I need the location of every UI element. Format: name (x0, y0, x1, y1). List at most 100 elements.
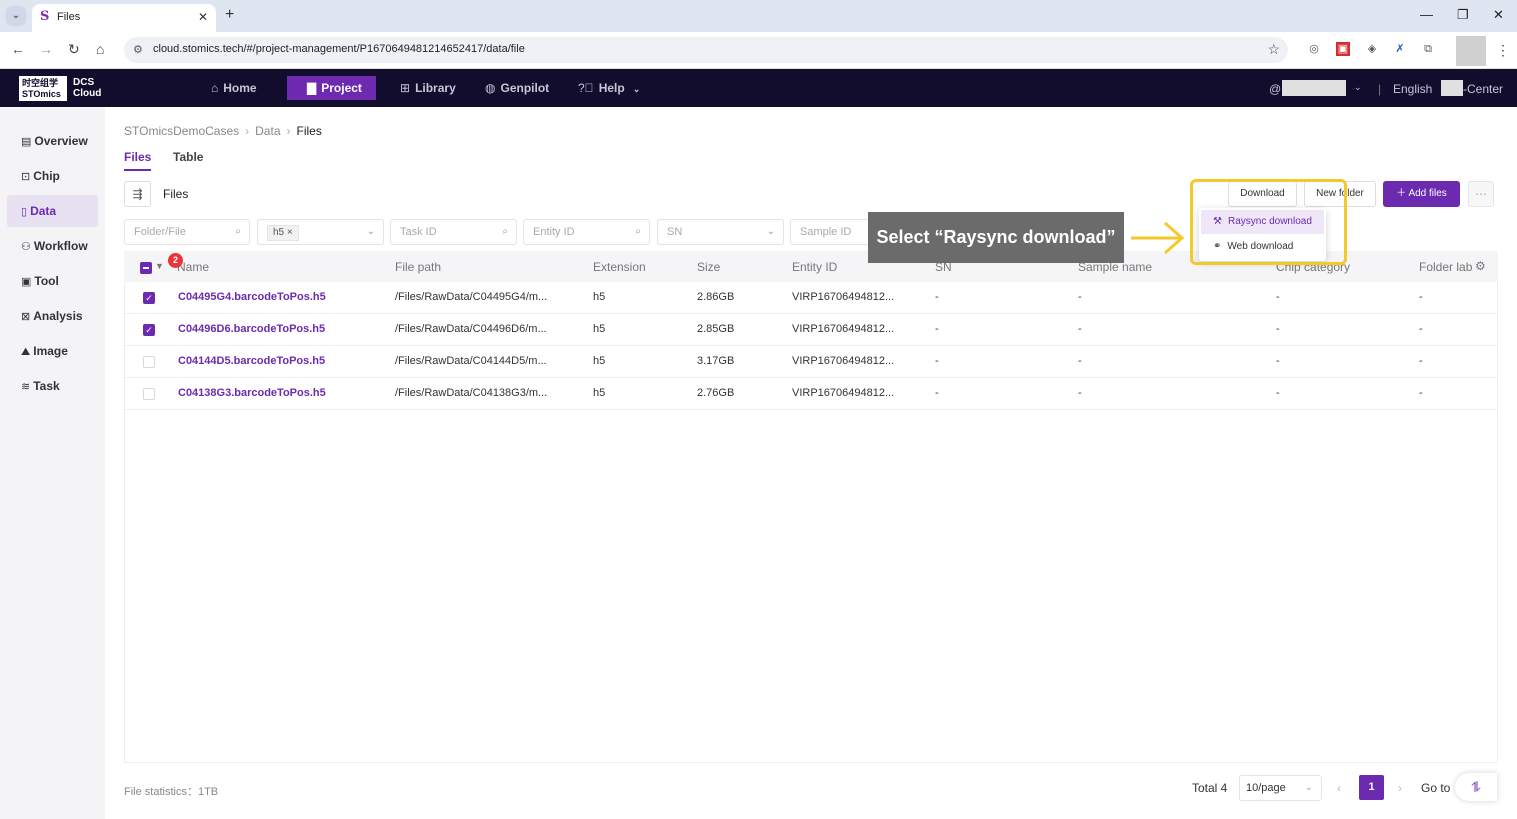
pdf-extension-icon[interactable]: ▣ (1336, 42, 1350, 56)
extension-icon[interactable]: ◈ (1365, 42, 1379, 56)
size-cell: 2.85GB (697, 323, 735, 335)
chevron-down-icon[interactable]: ⌄ (1354, 82, 1362, 93)
instruction-callout: Select “Raysync download” (868, 212, 1124, 263)
folder-label-cell: - (1419, 387, 1423, 399)
breadcrumb-current: Files (296, 124, 322, 138)
entity-id-filter[interactable]: Entity ID ⌕ (523, 219, 650, 245)
file-icon: ▯ (21, 206, 28, 218)
sample-id-filter[interactable]: Sample ID (790, 219, 870, 245)
table-row[interactable]: ✓ C04496D6.barcodeToPos.h5 /Files/RawDat… (124, 314, 1498, 346)
tab-files[interactable]: Files (124, 150, 152, 171)
tab-title: Files (57, 11, 81, 23)
sidebar-item-task[interactable]: ≋ Task (7, 370, 98, 402)
chevron-down-icon[interactable]: ▼ (155, 261, 164, 271)
add-files-button[interactable]: ＋ Add files (1383, 181, 1460, 207)
folder-file-filter[interactable]: Folder/File ⌕ (124, 219, 250, 245)
sidebar-item-chip[interactable]: ⊡ Chip (7, 160, 98, 192)
sidebar-item-tool[interactable]: ▣ Tool (7, 265, 98, 297)
file-name-link[interactable]: C04138G3.barcodeToPos.h5 (178, 387, 326, 399)
column-extension[interactable]: Extension (593, 260, 646, 274)
bookmark-star-icon[interactable]: ☆ (1267, 41, 1280, 58)
url-text[interactable]: cloud.stomics.tech/#/project-management/… (153, 43, 525, 55)
sidebar-item-image[interactable]: ⛰ Image (7, 335, 98, 367)
selected-count-badge: 2 (168, 253, 183, 268)
chip-category-cell: - (1276, 291, 1280, 303)
extension-cell: h5 (593, 323, 606, 335)
puzzle-icon[interactable]: ⧉ (1421, 42, 1435, 56)
column-folder-label[interactable]: Folder label (1419, 260, 1472, 274)
extension-cell: h5 (593, 291, 606, 303)
forward-icon[interactable]: → (39, 41, 53, 57)
file-name-link[interactable]: C04496D6.barcodeToPos.h5 (178, 323, 325, 335)
next-page-icon[interactable]: › (1398, 781, 1402, 795)
file-name-link[interactable]: C04495G4.barcodeToPos.h5 (178, 291, 326, 303)
chip-category-cell: - (1276, 387, 1280, 399)
minimize-icon[interactable]: — (1420, 7, 1433, 22)
analysis-icon: ⊠ (21, 311, 31, 323)
row-checkbox[interactable] (143, 356, 155, 368)
row-checkbox[interactable] (143, 388, 155, 400)
home-icon[interactable]: ⌂ (96, 41, 104, 57)
back-icon[interactable]: ← (11, 41, 25, 57)
chevron-down-icon: ⌄ (1304, 782, 1313, 793)
extension-icon[interactable]: ✗ (1393, 42, 1407, 56)
browser-tab[interactable]: S Files ✕ (32, 4, 216, 32)
close-tab-icon[interactable]: ✕ (198, 10, 208, 24)
browser-menu-icon[interactable]: ⋮ (1496, 42, 1510, 59)
table-row[interactable]: C04144D5.barcodeToPos.h5 /Files/RawData/… (124, 346, 1498, 378)
file-path-cell: /Files/RawData/C04138G3/m... (395, 387, 548, 399)
restore-icon[interactable]: ❐ (1457, 7, 1469, 23)
select-all-checkbox[interactable] (140, 262, 152, 274)
chip-category-cell: - (1276, 323, 1280, 335)
nav-library[interactable]: ⊞ Library (390, 76, 466, 100)
row-checkbox[interactable]: ✓ (143, 324, 155, 336)
sidebar-item-data[interactable]: ▯ Data (7, 195, 98, 227)
file-path-cell: /Files/RawData/C04496D6/m... (395, 323, 547, 335)
tab-table[interactable]: Table (173, 150, 203, 169)
entity-id-cell: VIRP16706494812... (792, 387, 895, 399)
nav-help[interactable]: ?⃝ Help ⌄ (568, 76, 650, 100)
sn-filter[interactable]: SN ⌄ (657, 219, 784, 245)
profile-avatar[interactable] (1456, 36, 1486, 66)
window-close-icon[interactable]: ✕ (1493, 7, 1504, 23)
breadcrumb-project[interactable]: STOmicsDemoCases (124, 124, 239, 138)
row-checkbox[interactable]: ✓ (143, 292, 155, 304)
size-cell: 2.86GB (697, 291, 735, 303)
page-number-current[interactable]: 1 (1359, 775, 1384, 800)
table-row[interactable]: C04138G3.barcodeToPos.h5 /Files/RawData/… (124, 378, 1498, 410)
extension-icon[interactable]: ◎ (1307, 42, 1321, 56)
new-tab-icon[interactable]: + (225, 6, 234, 24)
task-id-filter[interactable]: Task ID ⌕ (390, 219, 517, 245)
column-settings-icon[interactable]: ⚙ (1475, 259, 1486, 273)
scroll-toggle-button[interactable]: ⥮ (1455, 773, 1497, 801)
folder-label-cell: - (1419, 323, 1423, 335)
collapse-tree-button[interactable]: ⇶ (124, 181, 151, 207)
file-name-link[interactable]: C04144D5.barcodeToPos.h5 (178, 355, 325, 367)
column-entity-id[interactable]: Entity ID (792, 260, 837, 274)
center-link[interactable]: -Center (1463, 82, 1503, 96)
column-size[interactable]: Size (697, 260, 720, 274)
language-switch[interactable]: English (1393, 82, 1432, 96)
reload-icon[interactable]: ↻ (68, 41, 80, 58)
more-options-button[interactable]: ⋯ (1468, 181, 1494, 207)
user-icon[interactable]: @ (1269, 82, 1281, 96)
page-size-select[interactable]: 10/page ⌄ (1239, 775, 1322, 801)
column-file-path[interactable]: File path (395, 260, 441, 274)
tab-search-button[interactable]: ⌄ (6, 6, 26, 26)
site-info-icon[interactable]: ⚙ (133, 43, 143, 56)
nav-project[interactable]: ▇ Project (287, 76, 376, 100)
extension-filter[interactable]: h5 × ⌄ (257, 219, 384, 245)
nav-home[interactable]: ⌂ Home (201, 76, 267, 100)
address-bar[interactable]: ⚙ cloud.stomics.tech/#/project-managemen… (124, 37, 1288, 63)
breadcrumb-data[interactable]: Data (255, 124, 280, 138)
table-row[interactable]: ✓ C04495G4.barcodeToPos.h5 /Files/RawDat… (124, 282, 1498, 314)
divider: | (1378, 82, 1382, 96)
sidebar-item-workflow[interactable]: ⚇ Workflow (7, 230, 98, 262)
workflow-icon: ⚇ (21, 241, 31, 253)
sidebar-item-analysis[interactable]: ⊠ Analysis (7, 300, 98, 332)
sort-arrows-icon: ⥮ (1470, 779, 1482, 795)
sidebar-item-overview[interactable]: ▤ Overview (7, 125, 98, 157)
prev-page-icon[interactable]: ‹ (1337, 781, 1341, 795)
nav-genpilot[interactable]: ◍ Genpilot (475, 76, 559, 100)
tag-close-icon[interactable]: × (287, 227, 293, 238)
